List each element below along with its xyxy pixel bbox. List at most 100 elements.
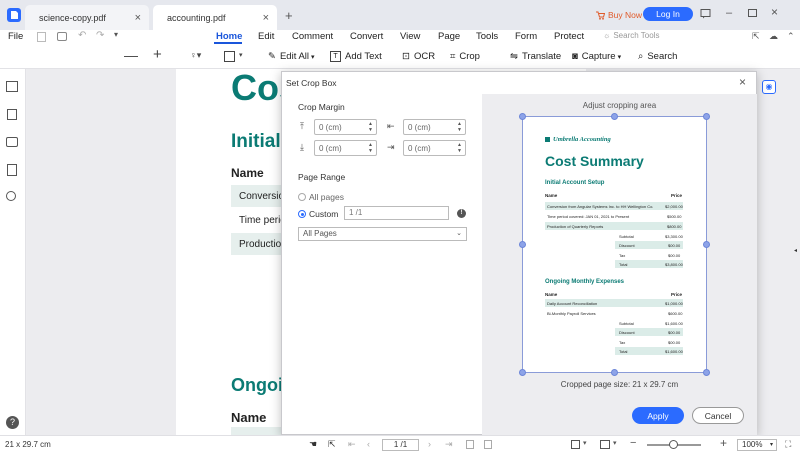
crop-handle-right[interactable] — [703, 241, 710, 248]
preview-col-name: Name — [545, 292, 558, 297]
crop-button[interactable]: ⌗ Crop — [450, 49, 480, 64]
chevron-down-icon: ▾ — [617, 53, 622, 61]
crop-handle-bottom-left[interactable] — [519, 369, 526, 376]
spinner-arrows-icon[interactable]: ▲ ▼ — [368, 142, 373, 154]
all-pages-radio[interactable] — [298, 193, 306, 201]
crop-handle-bottom[interactable] — [611, 369, 618, 376]
edit-all-button[interactable]: ✎ Edit All ▾ — [268, 49, 315, 64]
crop-handle-top-right[interactable] — [703, 113, 710, 120]
zoom-slider-handle[interactable] — [669, 440, 678, 449]
print-icon[interactable] — [57, 32, 67, 41]
feedback-icon[interactable] — [700, 8, 711, 19]
search-tools[interactable]: ☼ Search Tools — [603, 31, 659, 40]
undo-icon[interactable]: ↶ — [78, 30, 86, 41]
zoom-out-status-icon[interactable]: − — [630, 437, 636, 449]
shape-dropdown-icon[interactable]: ▾ — [239, 51, 243, 59]
add-text-button[interactable]: T Add Text — [330, 49, 382, 64]
save-icon[interactable] — [37, 32, 46, 42]
spinner-arrows-icon[interactable]: ▲ ▼ — [457, 121, 462, 133]
redo-icon[interactable]: ↷ — [96, 30, 104, 41]
tab-science-copy[interactable]: science-copy.pdf × — [25, 5, 149, 30]
menu-view[interactable]: View — [400, 30, 420, 44]
close-icon[interactable]: × — [135, 12, 141, 24]
info-icon[interactable]: ! — [457, 209, 466, 218]
dialog-close-icon[interactable]: × — [739, 75, 746, 89]
custom-range-input[interactable]: 1 /1 — [344, 206, 449, 220]
tab-accounting[interactable]: accounting.pdf × — [153, 5, 277, 30]
fullscreen-icon[interactable]: ⛶ — [785, 439, 791, 450]
fit-page-icon[interactable] — [466, 440, 474, 449]
crop-handle-left[interactable] — [519, 241, 526, 248]
menu-edit[interactable]: Edit — [258, 30, 274, 44]
preview-title: Cost Summary — [545, 153, 644, 169]
collapse-icon[interactable]: ⌃ — [787, 31, 795, 42]
camera-icon: ◙ — [572, 51, 578, 62]
page-layout-icon[interactable] — [571, 440, 580, 449]
attachment-icon[interactable] — [7, 164, 17, 176]
chevron-down-icon: ▾ — [769, 442, 773, 448]
fit-width-icon[interactable] — [484, 440, 492, 449]
prev-page-icon[interactable]: ‹ — [367, 439, 370, 449]
crop-handle-bottom-right[interactable] — [703, 369, 710, 376]
presentation-icon[interactable] — [600, 440, 610, 449]
margin-top-input[interactable]: 0 (cm) ▲ ▼ — [314, 119, 377, 135]
spinner-arrows-icon[interactable]: ▲ ▼ — [457, 142, 462, 154]
crop-handle-top[interactable] — [611, 113, 618, 120]
hand-tool-icon[interactable]: ☚ — [309, 439, 317, 450]
page-number-input[interactable]: 1 /1 — [382, 439, 419, 451]
menu-tools[interactable]: Tools — [476, 30, 498, 44]
preview-page[interactable]: Umbrella Accounting Cost Summary Initial… — [522, 116, 707, 373]
bookmark-icon[interactable] — [7, 109, 17, 120]
ocr-button[interactable]: ⊡ OCR — [402, 49, 435, 64]
adjust-cropping-label: Adjust cropping area — [582, 101, 657, 110]
share-icon[interactable]: ⇱ — [752, 31, 760, 42]
cancel-button[interactable]: Cancel — [692, 407, 744, 424]
close-icon[interactable]: × — [263, 12, 269, 24]
menu-page[interactable]: Page — [438, 30, 460, 44]
next-page-icon[interactable]: › — [428, 439, 431, 449]
window-close-icon[interactable]: × — [771, 5, 778, 19]
margin-right-input[interactable]: 0 (cm) ▲ ▼ — [403, 140, 466, 156]
login-button[interactable]: Log In — [643, 7, 693, 21]
new-tab-icon[interactable]: + — [285, 8, 293, 23]
chevron-down-icon[interactable]: ▾ — [613, 439, 617, 447]
margin-left-input[interactable]: 0 (cm) ▲ ▼ — [403, 119, 466, 135]
menu-form[interactable]: Form — [515, 30, 537, 44]
thumbnails-icon[interactable] — [6, 81, 18, 92]
buy-now-link[interactable]: Buy Now — [595, 10, 642, 20]
preview-total-label: Total — [619, 262, 628, 267]
apply-button[interactable]: Apply — [632, 407, 684, 424]
menu-file[interactable]: File — [8, 30, 23, 44]
search-button[interactable]: ⌕ Search — [638, 49, 677, 64]
menu-comment[interactable]: Comment — [292, 30, 333, 44]
margin-bottom-input[interactable]: 0 (cm) ▲ ▼ — [314, 140, 377, 156]
search-panel-icon[interactable] — [6, 191, 16, 201]
cloud-upload-icon[interactable]: ☁ — [769, 31, 778, 42]
help-icon[interactable]: ? — [6, 416, 19, 429]
ai-assistant-icon[interactable]: ◉ — [762, 80, 776, 94]
first-page-icon[interactable]: ⇤ — [348, 439, 356, 450]
comment-icon[interactable] — [6, 137, 18, 147]
expand-right-icon[interactable]: ◂ — [794, 247, 797, 254]
spinner-arrows-icon[interactable]: ▲ ▼ — [368, 121, 373, 133]
maximize-icon[interactable] — [748, 9, 757, 17]
translate-button[interactable]: ⇋ Translate — [510, 49, 561, 64]
last-page-icon[interactable]: ⇥ — [445, 439, 453, 450]
capture-button[interactable]: ◙ Capture ▾ — [572, 49, 621, 64]
customize-dropdown-icon[interactable]: ▾ — [114, 30, 118, 39]
crop-handle-top-left[interactable] — [519, 113, 526, 120]
menu-convert[interactable]: Convert — [350, 30, 383, 44]
menu-protect[interactable]: Protect — [554, 30, 584, 44]
zoom-in-status-icon[interactable]: + — [720, 436, 727, 450]
highlight-tool-icon[interactable]: ♀▾ — [190, 50, 201, 61]
left-sidebar: ? — [0, 69, 26, 435]
custom-radio[interactable] — [298, 210, 306, 218]
minimize-icon[interactable]: – — [726, 8, 732, 19]
zoom-in-icon[interactable]: + — [153, 46, 162, 63]
page-subset-select[interactable]: All Pages ⌄ — [298, 227, 467, 241]
zoom-out-icon[interactable]: — — [124, 48, 138, 62]
select-tool-icon[interactable]: ⇱ — [328, 439, 336, 450]
chevron-down-icon[interactable]: ▾ — [583, 439, 587, 447]
shape-tool-icon[interactable] — [224, 51, 235, 62]
zoom-select[interactable]: 100% ▾ — [737, 439, 777, 451]
